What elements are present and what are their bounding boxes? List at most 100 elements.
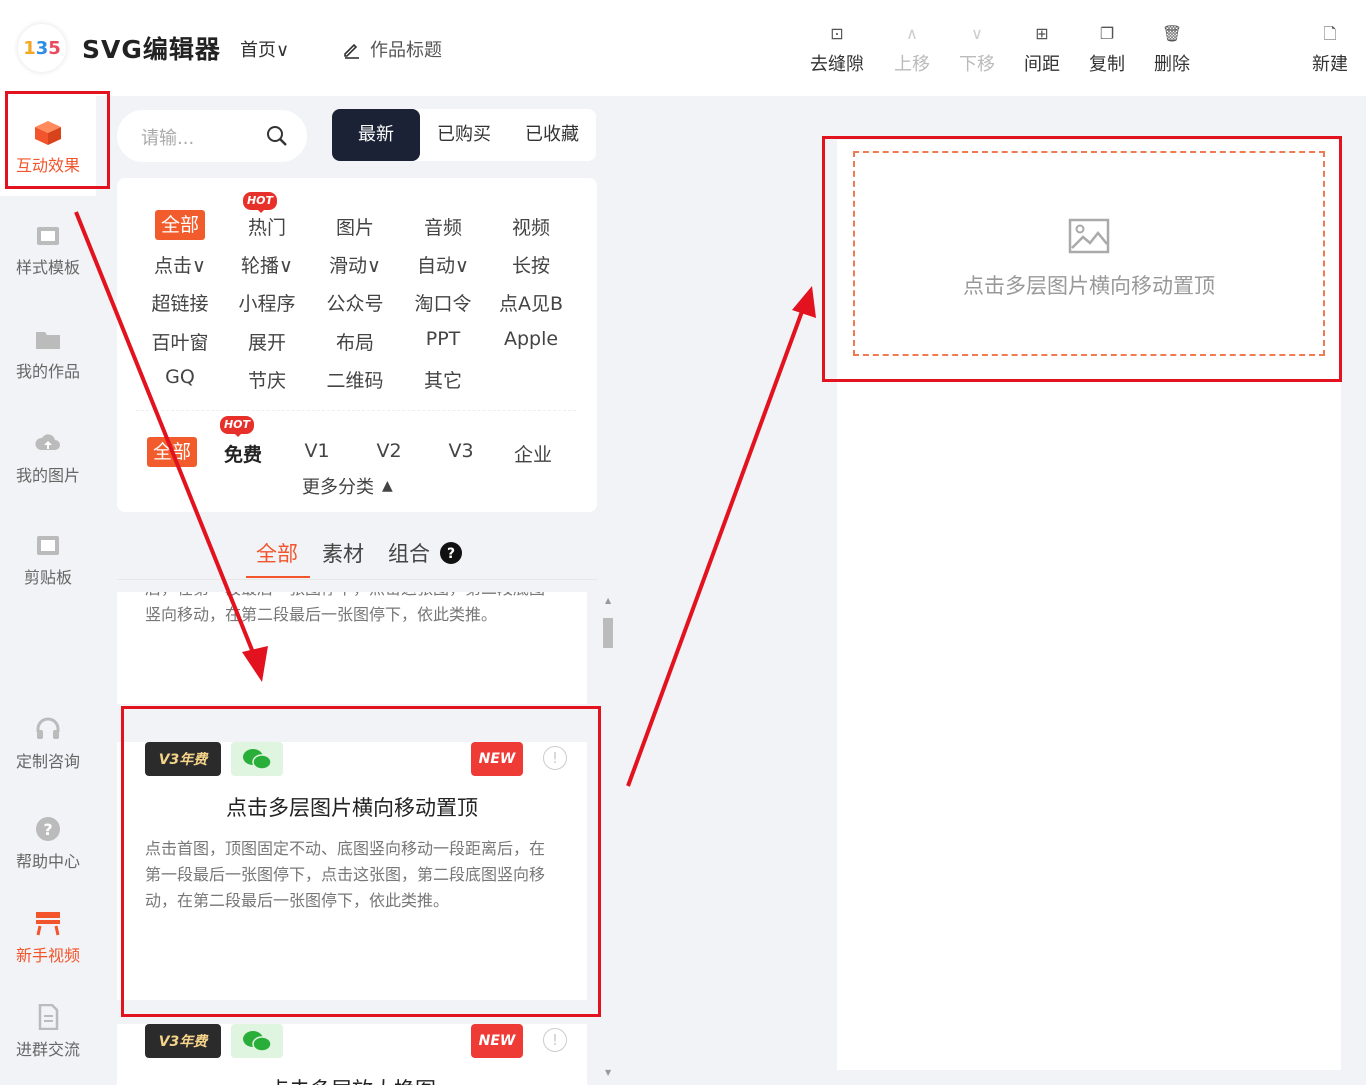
category-taobao-code[interactable]: 淘口令	[408, 289, 478, 316]
more-categories-toggle[interactable]: 更多分类 ▲	[302, 473, 393, 499]
hot-badge-free: HOT	[220, 416, 254, 437]
category-all[interactable]: 全部	[155, 210, 205, 240]
info-icon[interactable]: !	[543, 1028, 567, 1052]
sidebar-item-join-group[interactable]: 进群交流	[0, 1004, 96, 1060]
category-official-account[interactable]: 公众号	[320, 289, 390, 316]
remove-gap-button[interactable]: ⊡ 去缝隙	[805, 22, 869, 76]
tab-purchased[interactable]: 已购买	[420, 109, 508, 161]
effect-list: 后，在第一段最后一张图停下，点击这张图，第二段底图竖向移动，在第二段最后一张图停…	[117, 592, 587, 1085]
version-v2[interactable]: V2	[354, 440, 424, 462]
new-file-icon: 🗋	[1323, 24, 1337, 43]
sidebar-item-style-templates[interactable]: 样式模板	[0, 222, 96, 278]
sidebar-item-interactive-effects[interactable]: 互动效果	[0, 96, 96, 196]
content-tab-material[interactable]: 素材	[322, 538, 364, 568]
new-button[interactable]: 🗋 新建	[1298, 22, 1362, 76]
triangle-up-icon: ▲	[382, 478, 393, 494]
top-bar: 135 SVG编辑器 首页∨ 作品标题 ⊡ 去缝隙 ∧ 上移 ∨ 下移 ⊞ 间距…	[0, 0, 1366, 96]
category-video[interactable]: 视频	[496, 213, 566, 240]
tabs-separator	[117, 579, 597, 580]
chevron-up-icon: ∧	[906, 24, 918, 43]
tab-favorites[interactable]: 已收藏	[508, 109, 596, 161]
category-layout[interactable]: 布局	[320, 328, 390, 355]
category-other[interactable]: 其它	[408, 366, 478, 393]
search-placeholder: 请输...	[141, 128, 195, 149]
move-up-button[interactable]: ∧ 上移	[880, 22, 944, 76]
category-expand[interactable]: 展开	[232, 328, 302, 355]
category-ppt[interactable]: PPT	[408, 328, 478, 350]
cube-icon	[35, 121, 61, 145]
svg-text:?: ?	[43, 820, 52, 839]
category-carousel[interactable]: 轮播∨	[232, 251, 302, 278]
version-v3[interactable]: V3	[426, 440, 496, 462]
video-icon	[36, 912, 60, 936]
info-icon[interactable]: !	[543, 746, 567, 770]
scrollbar-thumb[interactable]	[603, 618, 613, 648]
wechat-icon	[231, 742, 283, 776]
category-hot[interactable]: 热门	[232, 213, 302, 240]
v3-annual-badge: V3年费	[145, 742, 221, 776]
category-apple[interactable]: Apple	[494, 328, 568, 350]
sidebar-item-clipboard[interactable]: 剪贴板	[0, 532, 96, 588]
category-blinds[interactable]: 百叶窗	[145, 328, 215, 355]
edit-icon	[344, 43, 359, 59]
search-icon[interactable]	[265, 124, 289, 148]
category-festival[interactable]: 节庆	[232, 366, 302, 393]
work-title-label: 作品标题	[370, 40, 442, 61]
list-item[interactable]: V3年费 NEW ! 点击多层放大换图	[117, 1024, 587, 1085]
help-icon: ?	[36, 817, 60, 841]
category-audio[interactable]: 音频	[408, 213, 478, 240]
content-tab-combo[interactable]: 组合	[388, 538, 430, 568]
sidebar: 互动效果 样式模板 我的作品 我的图片 剪贴板 定制咨询 ? 帮助中心 新手视频…	[0, 96, 96, 1085]
logo: 135	[18, 24, 66, 72]
category-image[interactable]: 图片	[320, 213, 390, 240]
version-enterprise[interactable]: 企业	[498, 440, 568, 467]
sidebar-item-custom-consult[interactable]: 定制咨询	[0, 716, 96, 772]
version-v1[interactable]: V1	[282, 440, 352, 462]
active-tab-underline	[246, 576, 310, 578]
category-click-a-see-b[interactable]: 点A见B	[492, 289, 570, 316]
list-item[interactable]: 后，在第一段最后一张图停下，点击这张图，第二段底图竖向移动，在第二段最后一张图停…	[117, 592, 587, 704]
copy-icon: ❐	[1099, 24, 1115, 43]
sidebar-item-my-works[interactable]: 我的作品	[0, 326, 96, 382]
clipboard-icon	[37, 536, 59, 555]
category-mini-program[interactable]: 小程序	[232, 289, 302, 316]
hot-badge: HOT	[243, 192, 277, 213]
search-input[interactable]: 请输...	[117, 110, 307, 162]
version-free[interactable]: 免费	[208, 440, 278, 467]
move-down-button[interactable]: ∨ 下移	[945, 22, 1009, 76]
tab-latest[interactable]: 最新	[332, 109, 420, 161]
effect-description: 点击首图，顶图固定不动、底图竖向移动一段距离后，在第一段最后一张图停下，点击这张…	[145, 839, 546, 910]
image-icon	[1068, 218, 1110, 254]
category-click[interactable]: 点击∨	[145, 251, 215, 278]
category-hyperlink[interactable]: 超链接	[145, 289, 215, 316]
spacing-icon: ⊞	[1035, 24, 1049, 43]
headset-icon	[36, 717, 60, 739]
category-auto[interactable]: 自动∨	[408, 251, 478, 278]
effect-description: 后，在第一段最后一张图停下，点击这张图，第二段底图竖向移动，在第二段最后一张图停…	[145, 592, 545, 624]
list-scrollbar[interactable]: ▲ ▼	[602, 596, 613, 1081]
copy-button[interactable]: ❐ 复制	[1075, 22, 1139, 76]
sidebar-item-my-images[interactable]: 我的图片	[0, 430, 96, 486]
sidebar-item-beginner-videos[interactable]: 新手视频	[0, 910, 96, 966]
category-long-press[interactable]: 长按	[496, 251, 566, 278]
sort-tabs: 最新 已购买 已收藏	[332, 109, 596, 161]
new-badge: NEW	[471, 1024, 523, 1058]
sidebar-item-help-center[interactable]: ? 帮助中心	[0, 816, 96, 872]
home-menu[interactable]: 首页∨	[240, 36, 289, 62]
work-title[interactable]: 作品标题	[342, 36, 442, 62]
folder-icon	[36, 332, 60, 349]
chevron-down-icon: ∨	[971, 24, 983, 43]
v3-annual-badge: V3年费	[145, 1024, 221, 1058]
list-item[interactable]: V3年费 NEW ! 点击多层图片横向移动置顶 点击首图，顶图固定不动、底图竖向…	[117, 742, 587, 1000]
delete-button[interactable]: 🗑 删除	[1140, 22, 1204, 76]
version-all[interactable]: 全部	[147, 437, 197, 467]
category-gq[interactable]: GQ	[145, 366, 215, 388]
effect-title: 点击多层图片横向移动置顶	[226, 796, 478, 820]
category-qrcode[interactable]: 二维码	[320, 366, 390, 393]
svg-text:?: ?	[447, 546, 455, 562]
spacing-button[interactable]: ⊞ 间距	[1010, 22, 1074, 76]
content-tab-all[interactable]: 全部	[256, 538, 298, 568]
category-slide[interactable]: 滑动∨	[320, 251, 390, 278]
help-icon[interactable]: ?	[439, 541, 463, 565]
placeholder-text: 点击多层图片横向移动置顶	[963, 274, 1215, 298]
